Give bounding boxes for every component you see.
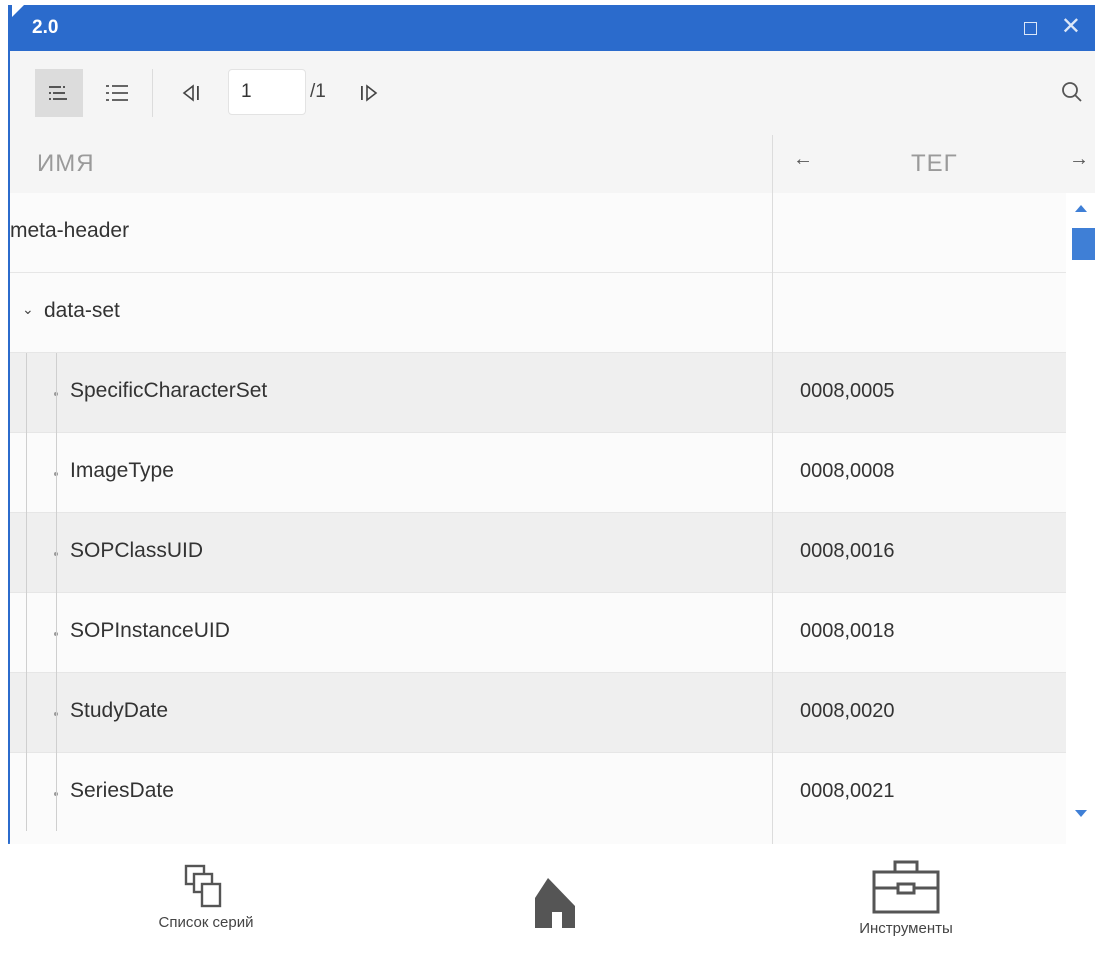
row-tag: 0008,0008 [800, 460, 895, 482]
home-button[interactable] [530, 876, 580, 930]
title-bar: 2.0 ✕ [8, 5, 1095, 51]
list-view-button[interactable] [93, 69, 141, 117]
chevron-down-icon[interactable]: ⌄ [22, 301, 34, 318]
row-name: ImageType [70, 459, 174, 482]
close-icon[interactable]: ✕ [1061, 13, 1081, 41]
page-total: /1 [310, 81, 326, 102]
toolbox-icon [872, 860, 940, 914]
column-header-tag[interactable]: ← ТЕГ → [773, 135, 1095, 193]
row-tag: 0008,0020 [800, 700, 895, 722]
table-row[interactable]: meta-header [10, 193, 1066, 273]
corner-mark-icon [12, 5, 24, 17]
row-name: SOPClassUID [70, 539, 204, 562]
toolbar-separator [152, 69, 153, 117]
toolbar: /1 [10, 51, 1095, 136]
scroll-thumb[interactable] [1072, 228, 1095, 260]
tree-view-button[interactable] [35, 69, 83, 117]
tools-button[interactable]: Инструменты [838, 860, 974, 937]
prev-page-button[interactable] [168, 69, 216, 117]
row-name: meta-header [10, 219, 130, 242]
arrow-left-icon[interactable]: ← [793, 148, 813, 171]
column-header-tag-label: ТЕГ [911, 150, 958, 177]
app-logo-icon [535, 878, 575, 928]
row-tag: 0008,0021 [800, 780, 895, 802]
page-number-input[interactable] [228, 69, 306, 115]
row-name: SOPInstanceUID [70, 619, 230, 642]
dicom-tags-window: /1 ИМЯ ← ТЕГ → meta-header ⌄ data-set [8, 51, 1095, 844]
tools-label: Инструменты [859, 920, 953, 937]
row-name: data-set [44, 299, 120, 322]
tree-view-icon [49, 86, 67, 100]
series-list-icon [184, 864, 222, 908]
next-page-icon [361, 84, 378, 102]
row-name: SeriesDate [70, 779, 174, 802]
bottom-bar: Список серий Инструменты [0, 846, 1095, 953]
row-name: SpecificCharacterSet [70, 379, 268, 402]
row-tag: 0008,0018 [800, 620, 895, 642]
series-list-button[interactable]: Список серий [138, 864, 274, 931]
table-row[interactable]: ⌄ data-set [10, 273, 1066, 353]
column-header-name-label: ИМЯ [37, 150, 95, 177]
row-tag: 0008,0005 [800, 380, 895, 402]
table-row[interactable]: SOPInstanceUID 0008,0018 [10, 593, 1066, 673]
column-header-name[interactable]: ИМЯ [10, 135, 772, 193]
vertical-scrollbar[interactable] [1066, 193, 1095, 844]
list-view-icon [106, 85, 128, 101]
arrow-right-icon[interactable]: → [1069, 148, 1089, 171]
table-row[interactable]: ImageType 0008,0008 [10, 433, 1066, 513]
column-divider [772, 135, 773, 844]
table-row[interactable]: SpecificCharacterSet 0008,0005 [10, 353, 1066, 433]
prev-page-icon [182, 84, 199, 102]
tree-guide-line [56, 353, 57, 831]
search-button[interactable] [1055, 75, 1089, 109]
tree-guide-line [26, 353, 27, 831]
series-list-label: Список серий [158, 914, 254, 931]
table-row[interactable]: SOPClassUID 0008,0016 [10, 513, 1066, 593]
row-name: StudyDate [70, 699, 169, 722]
scroll-up-icon[interactable] [1075, 205, 1087, 212]
row-tag: 0008,0016 [800, 540, 895, 562]
scroll-down-icon[interactable] [1075, 810, 1087, 817]
window-title: 2.0 [32, 17, 59, 38]
next-page-button[interactable] [344, 69, 392, 117]
maximize-icon[interactable] [1024, 22, 1037, 35]
table-row[interactable]: StudyDate 0008,0020 [10, 673, 1066, 753]
table-row[interactable]: SeriesDate 0008,0021 [10, 753, 1066, 844]
search-icon [1062, 82, 1082, 102]
